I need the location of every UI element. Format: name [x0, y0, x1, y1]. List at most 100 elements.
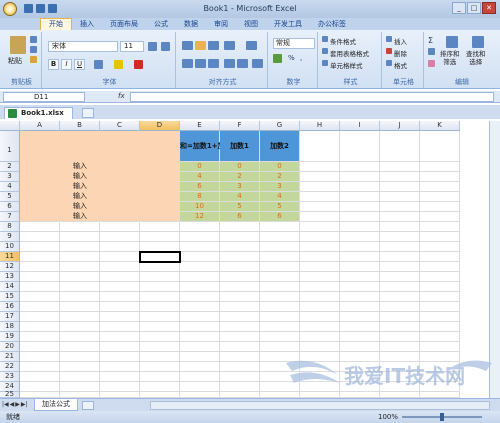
cell[interactable]	[20, 342, 60, 352]
cell[interactable]	[60, 382, 100, 392]
row-header-18[interactable]: 18	[0, 322, 20, 332]
row-header-9[interactable]: 9	[0, 232, 20, 242]
cell[interactable]	[20, 182, 60, 192]
cell[interactable]	[300, 182, 340, 192]
cell[interactable]	[220, 362, 260, 372]
cell[interactable]	[420, 182, 460, 192]
cell[interactable]	[380, 182, 420, 192]
table-value-cell[interactable]: 4	[260, 192, 300, 202]
cell[interactable]	[20, 362, 60, 372]
cell[interactable]	[180, 302, 220, 312]
horizontal-scrollbar[interactable]	[150, 401, 490, 410]
cell[interactable]	[60, 372, 100, 382]
cell[interactable]	[300, 302, 340, 312]
cell[interactable]	[100, 302, 140, 312]
cell[interactable]	[140, 342, 180, 352]
column-header-k[interactable]: K	[420, 121, 460, 131]
cell[interactable]	[220, 222, 260, 232]
cell[interactable]	[100, 382, 140, 392]
cell[interactable]	[140, 382, 180, 392]
cell[interactable]	[420, 292, 460, 302]
align-top-icon[interactable]	[182, 41, 193, 50]
column-header-d[interactable]: D	[140, 121, 180, 131]
cell[interactable]	[140, 352, 180, 362]
cell[interactable]	[340, 302, 380, 312]
cell[interactable]	[180, 382, 220, 392]
cell[interactable]	[300, 252, 340, 262]
cell[interactable]	[140, 212, 180, 222]
cell[interactable]	[340, 222, 380, 232]
prev-sheet-icon[interactable]: ◀	[10, 401, 15, 408]
cell[interactable]	[420, 282, 460, 292]
italic-button[interactable]: I	[61, 59, 72, 70]
cell[interactable]	[420, 172, 460, 182]
cell[interactable]	[340, 212, 380, 222]
cell[interactable]	[100, 162, 140, 172]
cell[interactable]	[60, 292, 100, 302]
cell[interactable]	[180, 222, 220, 232]
format-painter-icon[interactable]	[30, 56, 37, 63]
fill-color-icon[interactable]	[114, 60, 123, 69]
cell[interactable]	[60, 252, 100, 262]
cell[interactable]	[300, 262, 340, 272]
table-value-cell[interactable]: 3	[260, 182, 300, 192]
close-button[interactable]: ✕	[482, 2, 496, 14]
cell[interactable]	[380, 292, 420, 302]
input-label-cell[interactable]: 输入	[60, 202, 100, 212]
cell[interactable]	[340, 332, 380, 342]
cell[interactable]	[140, 242, 180, 252]
row-header-5[interactable]: 5	[0, 192, 20, 202]
cell[interactable]	[380, 131, 420, 162]
table-value-cell[interactable]: 5	[260, 202, 300, 212]
cell[interactable]	[60, 272, 100, 282]
cell[interactable]	[100, 192, 140, 202]
cell[interactable]	[300, 332, 340, 342]
table-value-cell[interactable]: 5	[220, 202, 260, 212]
align-left-icon[interactable]	[182, 59, 193, 68]
formula-input[interactable]	[130, 92, 494, 102]
cell[interactable]	[180, 282, 220, 292]
name-box[interactable]: D11	[3, 92, 85, 102]
cell[interactable]	[260, 332, 300, 342]
cell[interactable]	[220, 242, 260, 252]
cell[interactable]	[380, 252, 420, 262]
cell[interactable]	[20, 162, 60, 172]
paste-icon[interactable]	[10, 36, 26, 54]
cell[interactable]	[380, 282, 420, 292]
cell[interactable]	[180, 262, 220, 272]
cell[interactable]	[260, 232, 300, 242]
row-header-12[interactable]: 12	[0, 262, 20, 272]
cell[interactable]	[340, 252, 380, 262]
table-header-cell[interactable]: 加数2	[260, 131, 300, 162]
cell[interactable]	[100, 212, 140, 222]
row-header-2[interactable]: 2	[0, 162, 20, 172]
table-value-cell[interactable]: 3	[220, 182, 260, 192]
cell[interactable]	[300, 272, 340, 282]
cell[interactable]	[340, 292, 380, 302]
row-header-22[interactable]: 22	[0, 362, 20, 372]
cell[interactable]	[20, 252, 60, 262]
clear-icon[interactable]	[428, 60, 435, 67]
cell[interactable]	[220, 332, 260, 342]
cell[interactable]	[140, 282, 180, 292]
merge-center-icon[interactable]	[252, 59, 263, 68]
cell[interactable]	[140, 222, 180, 232]
cell[interactable]	[380, 262, 420, 272]
cell[interactable]	[300, 232, 340, 242]
row-header-16[interactable]: 16	[0, 302, 20, 312]
cell[interactable]	[300, 242, 340, 252]
decrease-indent-icon[interactable]	[224, 59, 235, 68]
cell[interactable]	[380, 232, 420, 242]
next-sheet-icon[interactable]: ▶	[15, 401, 20, 408]
cell[interactable]	[340, 262, 380, 272]
column-header-j[interactable]: J	[380, 121, 420, 131]
cell[interactable]	[140, 262, 180, 272]
cell[interactable]	[340, 172, 380, 182]
cell[interactable]	[100, 342, 140, 352]
cell[interactable]	[180, 372, 220, 382]
cell[interactable]	[140, 292, 180, 302]
wrap-text-icon[interactable]	[246, 41, 257, 50]
cell[interactable]	[420, 192, 460, 202]
cell[interactable]	[180, 252, 220, 262]
grow-font-icon[interactable]	[148, 42, 157, 51]
